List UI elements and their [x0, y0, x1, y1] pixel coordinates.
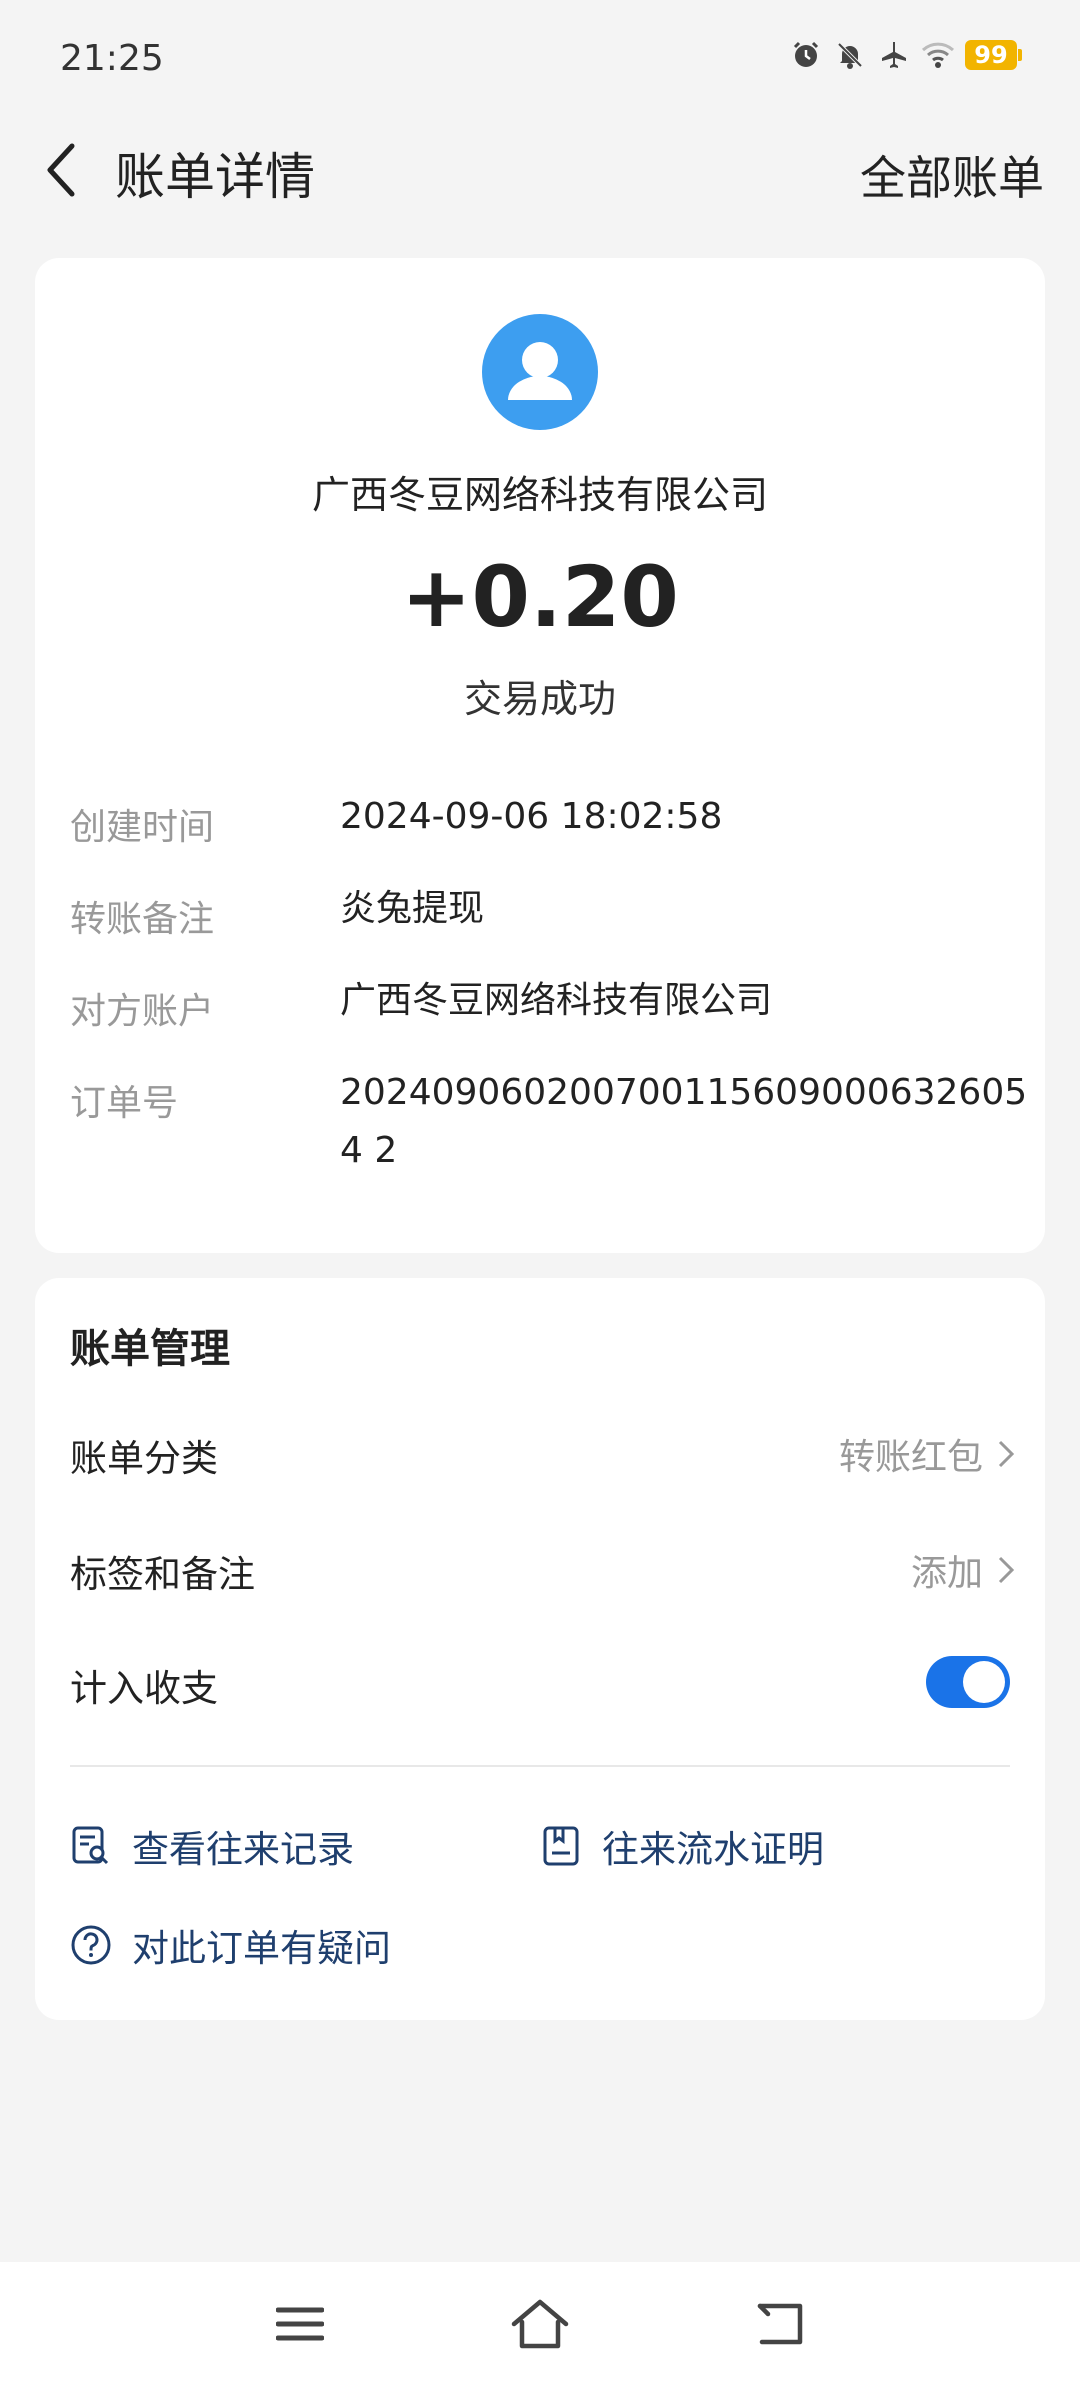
statement-proof-label: 往来流水证明: [602, 1828, 824, 1871]
chevron-right-icon: [998, 1440, 1015, 1468]
menu-button[interactable]: [268, 2292, 332, 2356]
status-bar: 21:25 99: [0, 0, 1080, 120]
category-row-action[interactable]: 转账红包: [839, 1428, 1015, 1480]
merchant-avatar: [482, 314, 598, 430]
battery-icon: 99: [965, 40, 1022, 70]
merchant-name: 广西冬豆网络科技有限公司: [311, 473, 768, 517]
tag-row-action[interactable]: 添加: [911, 1544, 1015, 1596]
chevron-right-icon: [998, 1556, 1015, 1584]
certificate-icon: [540, 1825, 582, 1867]
back-nav-button[interactable]: [748, 2292, 812, 2356]
menu-icon: [276, 2307, 324, 2341]
order-number-label: 订单号: [70, 1083, 179, 1124]
income-label: 计入收支: [70, 1667, 218, 1710]
statement-proof-link[interactable]: 往来流水证明: [540, 1819, 824, 1873]
order-number-value: 2024090602007001156090006326054 2: [340, 1072, 1028, 1171]
home-icon: [511, 2299, 569, 2349]
chevron-left-icon: [47, 143, 75, 197]
transaction-card: 广西冬豆网络科技有限公司 +0.20 交易成功 创建时间 2024-09-06 …: [35, 258, 1045, 1253]
bell-off-icon: [833, 38, 867, 72]
divider: [70, 1765, 1010, 1767]
order-question-label: 对此订单有疑问: [132, 1927, 391, 1970]
status-time: 21:25: [60, 38, 164, 79]
section-title: 账单管理: [70, 1326, 230, 1372]
transfer-note-value: 炎兔提现: [340, 888, 485, 929]
wifi-icon: [921, 38, 955, 72]
battery-cap: [1018, 49, 1022, 61]
toggle-knob: [963, 1661, 1005, 1703]
page-title: 账单详情: [115, 148, 315, 206]
airplane-icon: [877, 38, 911, 72]
question-icon: [70, 1924, 112, 1966]
transaction-amount: +0.20: [401, 548, 679, 646]
document-search-icon: [70, 1825, 112, 1867]
transaction-status: 交易成功: [463, 677, 616, 721]
management-card: 账单管理 账单分类 转账红包 标签和备注 添加 计入收支 查看往来记录 往来流水…: [35, 1278, 1045, 2020]
view-records-label: 查看往来记录: [132, 1828, 354, 1871]
created-time-value: 2024-09-06 18:02:58: [340, 796, 723, 837]
status-icons: 99: [789, 38, 1022, 72]
order-question-link[interactable]: 对此订单有疑问: [70, 1918, 391, 1972]
income-toggle[interactable]: [926, 1656, 1010, 1708]
counterparty-value: 广西冬豆网络科技有限公司: [340, 980, 773, 1021]
back-arrow-icon: [757, 2303, 803, 2345]
system-nav-bar: [0, 2262, 1080, 2388]
created-time-label: 创建时间: [70, 807, 215, 848]
user-icon: [508, 342, 572, 400]
battery-level: 99: [965, 40, 1017, 70]
counterparty-label: 对方账户: [70, 991, 215, 1032]
home-button[interactable]: [508, 2292, 572, 2356]
category-value: 转账红包: [838, 1437, 983, 1478]
tag-label: 标签和备注: [70, 1553, 255, 1596]
view-records-link[interactable]: 查看往来记录: [70, 1819, 354, 1873]
transfer-note-label: 转账备注: [70, 899, 215, 940]
all-bills-link[interactable]: 全部账单: [860, 142, 1044, 208]
alarm-icon: [789, 38, 823, 72]
nav-bar: 账单详情 全部账单: [0, 120, 1080, 220]
tag-value: 添加: [910, 1553, 983, 1594]
category-label: 账单分类: [70, 1437, 218, 1480]
back-button[interactable]: [32, 140, 92, 200]
